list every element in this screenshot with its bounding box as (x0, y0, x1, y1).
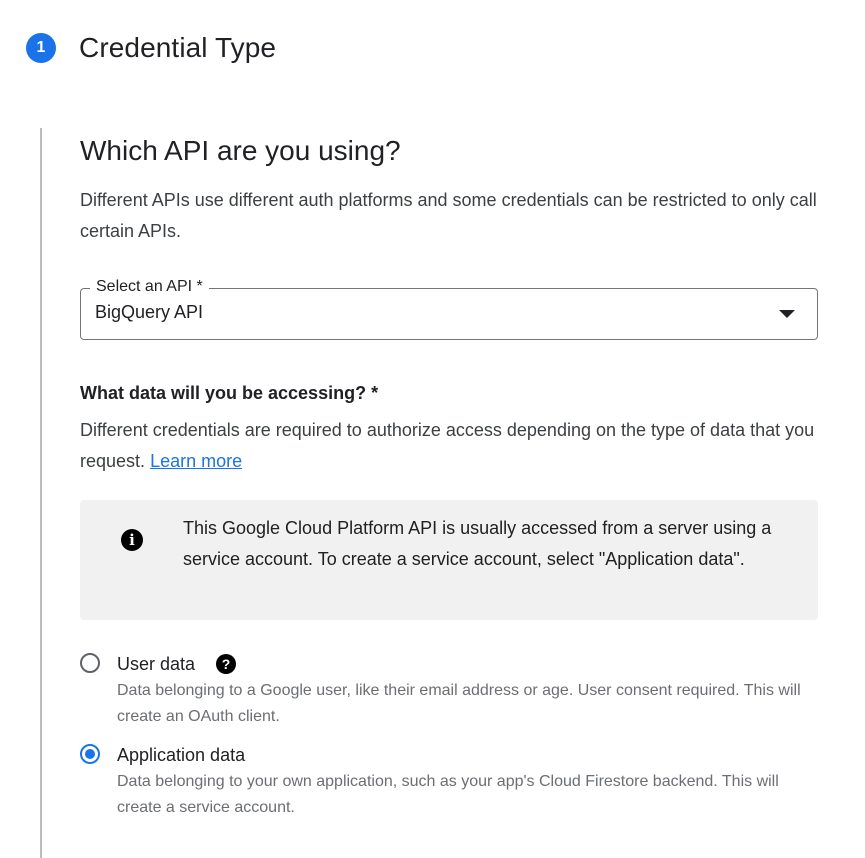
learn-more-link[interactable]: Learn more (150, 451, 242, 471)
step-rail-divider (40, 128, 42, 858)
data-access-question: What data will you be accessing? * (80, 383, 379, 403)
select-api-value: BigQuery API (95, 302, 204, 322)
api-section-title: Which API are you using? (80, 135, 401, 166)
radio-button-application-data[interactable] (80, 744, 100, 764)
info-callout: i This Google Cloud Platform API is usua… (80, 500, 818, 620)
data-access-description: Different credentials are required to au… (80, 415, 818, 477)
radio-label-row: Application data (117, 743, 818, 767)
radio-label-user-data: User data (117, 653, 196, 674)
dropdown-arrow-icon (779, 310, 795, 318)
step-title: Credential Type (79, 32, 277, 63)
help-icon[interactable]: ? (216, 654, 237, 674)
radio-description-application-data: Data belonging to your own application, … (117, 773, 779, 816)
info-icon: i (121, 529, 143, 551)
select-api-label: Select an API * (90, 276, 209, 298)
select-api-dropdown[interactable]: Select an API * BigQuery API (80, 276, 818, 340)
api-section-description: Different APIs use different auth platfo… (80, 190, 817, 241)
radio-button-user-data[interactable] (80, 653, 100, 673)
radio-selected-dot (85, 749, 95, 759)
radio-label-row: User data ? (117, 652, 818, 676)
step-header: 1 Credential Type (26, 30, 276, 66)
radio-option-user-data[interactable]: User data ? Data belonging to a Google u… (80, 652, 818, 730)
radio-option-application-data[interactable]: Application data Data belonging to your … (80, 743, 818, 821)
radio-label-application-data: Application data (117, 744, 246, 765)
step-content: Which API are you using? Different APIs … (80, 130, 818, 821)
radio-description-user-data: Data belonging to a Google user, like th… (117, 682, 801, 725)
info-callout-text: This Google Cloud Platform API is usuall… (183, 518, 772, 569)
step-number-badge: 1 (26, 33, 56, 63)
